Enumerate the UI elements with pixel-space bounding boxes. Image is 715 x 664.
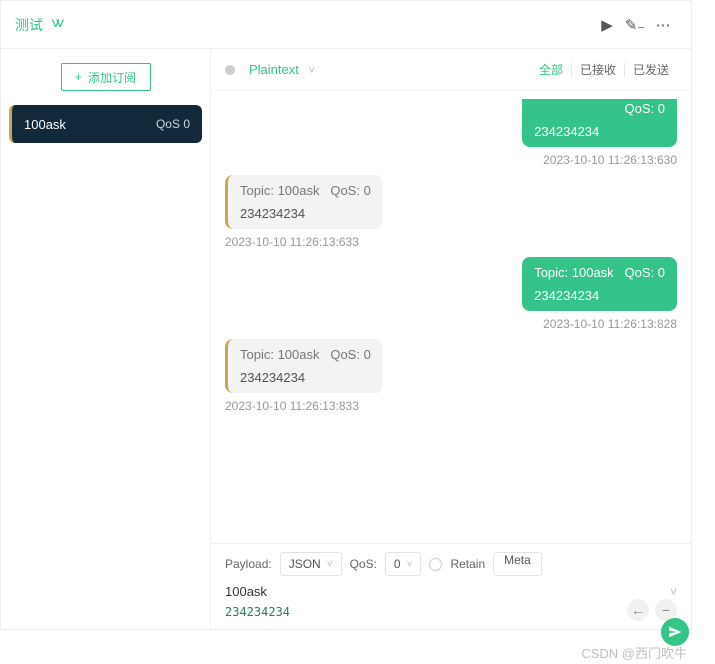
add-subscription-button[interactable]: + 添加订阅	[61, 63, 151, 91]
chevron-down-icon[interactable]: ˅	[670, 585, 677, 599]
tab-sent[interactable]: 已发送	[625, 61, 677, 78]
tab-all[interactable]: 全部	[531, 61, 571, 78]
message-row: Topic: 100ask QoS: 0234234234 2023-10-10 …	[225, 257, 677, 331]
message-bubble: Topic: 100ask QoS: 0234234234	[522, 99, 677, 147]
chevron-down-icon: ˅	[309, 65, 315, 77]
topic-item[interactable]: 100ask QoS 0	[9, 105, 202, 143]
add-subscription-label: 添加订阅	[88, 69, 136, 86]
sidebar: + 添加订阅 100ask QoS 0	[1, 49, 211, 629]
message-row: Topic: 100ask QoS: 0234234234 2023-10-10 …	[225, 99, 677, 167]
expand-icon[interactable]: ˅˅	[51, 16, 60, 34]
topic-qos: QoS 0	[156, 117, 190, 131]
message-bubble: Topic: 100ask QoS: 0234234234	[522, 257, 677, 311]
retain-radio[interactable]	[429, 558, 442, 571]
message-timestamp: 2023-10-10 11:26:13:833	[225, 399, 359, 413]
chevron-down-icon: ˅	[407, 559, 413, 570]
message-row: Topic: 100ask QoS: 0234234234 2023-10-10 …	[225, 339, 677, 413]
prev-button[interactable]: ←	[627, 599, 649, 621]
qos-label: QoS:	[350, 557, 377, 571]
message-bubble: Topic: 100ask QoS: 0234234234	[225, 175, 383, 229]
send-icon	[668, 625, 682, 639]
message-timestamp: 2023-10-10 11:26:13:828	[543, 317, 677, 331]
message-timestamp: 2023-10-10 11:26:13:630	[543, 153, 677, 167]
more-icon[interactable]: ⋯	[649, 16, 677, 34]
play-icon[interactable]: ▶	[593, 16, 621, 34]
watermark: CSDN @西门吹牛	[581, 643, 687, 662]
retain-label: Retain	[450, 557, 485, 571]
composer: Payload: JSON ˅ QoS: 0 ˅ Retain Meta 10	[211, 543, 691, 629]
connection-title: 测试	[15, 15, 43, 35]
plus-icon: +	[75, 70, 82, 84]
topic-name: 100ask	[24, 117, 66, 132]
format-selector[interactable]: Plaintext ˅	[249, 62, 315, 77]
qos-select[interactable]: 0 ˅	[385, 552, 422, 576]
titlebar: 测试 ˅˅ ▶ ✎₋ ⋯	[1, 1, 691, 49]
status-dot-icon	[225, 65, 235, 75]
payload-input[interactable]: 234234234	[225, 605, 677, 619]
content-header: Plaintext ˅ 全部 已接收 已发送	[211, 49, 691, 91]
payload-format-select[interactable]: JSON ˅	[280, 552, 342, 576]
message-list[interactable]: Topic: 100ask QoS: 0234234234 2023-10-10 …	[211, 91, 691, 543]
message-bubble: Topic: 100ask QoS: 0234234234	[225, 339, 383, 393]
meta-button[interactable]: Meta	[493, 552, 542, 576]
tab-received[interactable]: 已接收	[572, 61, 624, 78]
message-row: Topic: 100ask QoS: 0234234234 2023-10-10 …	[225, 175, 677, 249]
send-button[interactable]	[661, 618, 689, 646]
message-timestamp: 2023-10-10 11:26:13:633	[225, 235, 359, 249]
payload-label: Payload:	[225, 557, 272, 571]
edit-icon[interactable]: ✎₋	[621, 16, 649, 34]
topic-input[interactable]: 100ask	[225, 584, 267, 599]
chevron-down-icon: ˅	[327, 559, 333, 570]
